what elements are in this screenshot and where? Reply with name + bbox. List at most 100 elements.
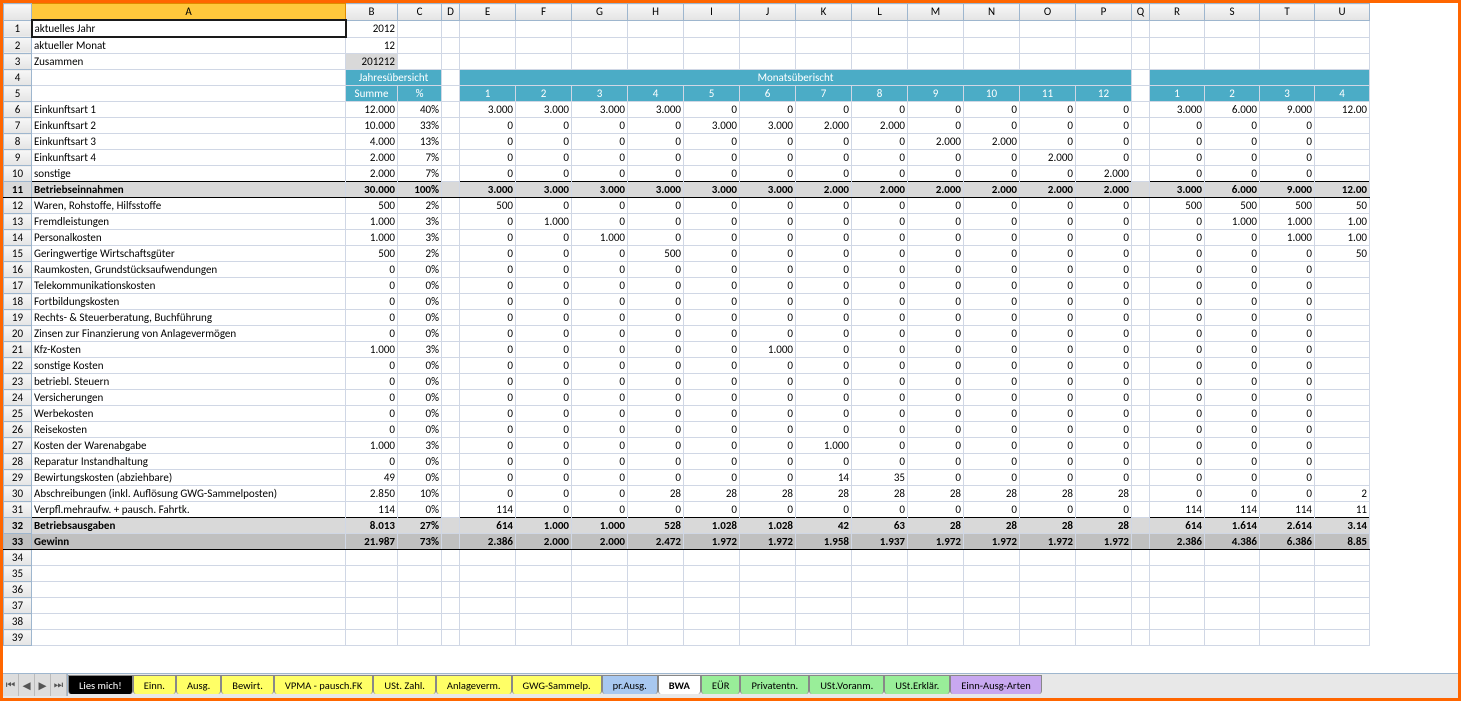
- month-cell[interactable]: 0: [796, 406, 852, 422]
- month-cell[interactable]: 0: [572, 502, 628, 518]
- month-cell[interactable]: 0: [628, 262, 684, 278]
- month-cell[interactable]: 0: [908, 470, 964, 486]
- month-cell[interactable]: 1.972: [1020, 534, 1076, 550]
- month-cell[interactable]: 28: [964, 518, 1020, 534]
- cell[interactable]: [1132, 37, 1150, 54]
- month-cell[interactable]: 0: [572, 150, 628, 166]
- cum-cell[interactable]: 2.386: [1150, 534, 1205, 550]
- month-cell[interactable]: 0: [572, 166, 628, 182]
- cell[interactable]: [684, 550, 740, 566]
- month-cell[interactable]: 3.000: [460, 102, 516, 118]
- sheet-tab[interactable]: GWG-Sammelp.: [512, 675, 602, 694]
- spacer-cell[interactable]: [442, 102, 460, 118]
- month-cell[interactable]: 0: [964, 118, 1020, 134]
- cell[interactable]: [908, 20, 964, 37]
- month-cell[interactable]: 0: [1076, 230, 1132, 246]
- cell[interactable]: [684, 566, 740, 582]
- month-cell[interactable]: 0: [852, 438, 908, 454]
- month-cell[interactable]: 0: [964, 278, 1020, 294]
- cum-cell[interactable]: 0: [1205, 294, 1260, 310]
- cell[interactable]: 1: [1150, 86, 1205, 102]
- month-cell[interactable]: 0: [1020, 262, 1076, 278]
- month-cell[interactable]: 0: [1076, 246, 1132, 262]
- annual-overview-header[interactable]: Jahresübersicht: [346, 70, 442, 86]
- cum-cell[interactable]: 0: [1205, 150, 1260, 166]
- month-cell[interactable]: 0: [572, 294, 628, 310]
- spacer-cell[interactable]: [1132, 102, 1150, 118]
- spacer-cell[interactable]: [442, 358, 460, 374]
- month-cell[interactable]: 3.000: [684, 182, 740, 198]
- month-cell[interactable]: 0: [516, 134, 572, 150]
- cum-cell[interactable]: 0: [1150, 262, 1205, 278]
- month-cell[interactable]: 0: [460, 278, 516, 294]
- pct-cell[interactable]: 3%: [398, 342, 442, 358]
- cell[interactable]: [684, 37, 740, 54]
- cell[interactable]: [516, 20, 572, 37]
- month-cell[interactable]: 0: [908, 454, 964, 470]
- month-cell[interactable]: 0: [1020, 134, 1076, 150]
- month-cell[interactable]: 0: [684, 294, 740, 310]
- month-cell[interactable]: 0: [964, 326, 1020, 342]
- cum-cell[interactable]: 114: [1205, 502, 1260, 518]
- month-cell[interactable]: 0: [796, 422, 852, 438]
- month-cell[interactable]: 0: [572, 198, 628, 214]
- month-cell[interactable]: 0: [1020, 390, 1076, 406]
- cell[interactable]: [1205, 54, 1260, 70]
- sum-cell[interactable]: 0: [346, 326, 398, 342]
- cum-cell[interactable]: 1.00: [1315, 214, 1370, 230]
- cell[interactable]: [1150, 20, 1205, 37]
- cell[interactable]: aktueller Monat: [32, 37, 346, 54]
- spacer-cell[interactable]: [1132, 358, 1150, 374]
- month-cell[interactable]: 0: [852, 502, 908, 518]
- cell[interactable]: [572, 550, 628, 566]
- cell[interactable]: 4: [1315, 86, 1370, 102]
- row-label[interactable]: Rechts- & Steuerberatung, Buchführung: [32, 310, 346, 326]
- cell[interactable]: [1260, 20, 1315, 37]
- pct-cell[interactable]: 33%: [398, 118, 442, 134]
- cell[interactable]: [1150, 598, 1205, 614]
- month-cell[interactable]: 0: [460, 246, 516, 262]
- cell[interactable]: [572, 566, 628, 582]
- cell[interactable]: 2: [1205, 86, 1260, 102]
- cell[interactable]: [628, 582, 684, 598]
- tab-nav-last-icon[interactable]: ⏭: [51, 674, 67, 696]
- cell[interactable]: [1020, 37, 1076, 54]
- cum-cell[interactable]: 0: [1260, 246, 1315, 262]
- cell[interactable]: [516, 582, 572, 598]
- cell[interactable]: [1150, 54, 1205, 70]
- spacer-cell[interactable]: [442, 230, 460, 246]
- month-cell[interactable]: 0: [628, 390, 684, 406]
- month-cell[interactable]: 42: [796, 518, 852, 534]
- pct-cell[interactable]: 3%: [398, 438, 442, 454]
- spreadsheet-grid[interactable]: ABCDEFGHIJKLMNOPQRSTU1aktuelles Jahr2012…: [3, 3, 1458, 670]
- cum-cell[interactable]: 114: [1150, 502, 1205, 518]
- month-cell[interactable]: 0: [572, 326, 628, 342]
- cell[interactable]: [1020, 550, 1076, 566]
- month-cell[interactable]: 0: [740, 310, 796, 326]
- spacer-cell[interactable]: [442, 182, 460, 198]
- row-label[interactable]: Zinsen zur Finanzierung von Anlagevermög…: [32, 326, 346, 342]
- month-cell[interactable]: 0: [516, 358, 572, 374]
- month-cell[interactable]: 0: [684, 342, 740, 358]
- month-cell[interactable]: 0: [516, 454, 572, 470]
- cum-cell[interactable]: [1315, 406, 1370, 422]
- cell[interactable]: [1315, 20, 1370, 37]
- row-header[interactable]: 29: [4, 470, 32, 486]
- pct-cell[interactable]: 7%: [398, 150, 442, 166]
- row-label[interactable]: Gewinn: [32, 534, 346, 550]
- month-cell[interactable]: 0: [796, 134, 852, 150]
- column-header-Q[interactable]: Q: [1132, 4, 1150, 21]
- pct-cell[interactable]: 3%: [398, 214, 442, 230]
- cum-cell[interactable]: [1315, 374, 1370, 390]
- month-cell[interactable]: 0: [572, 262, 628, 278]
- month-cell[interactable]: 1.028: [740, 518, 796, 534]
- cum-cell[interactable]: 1.000: [1205, 214, 1260, 230]
- cum-cell[interactable]: 500: [1260, 198, 1315, 214]
- cell[interactable]: [628, 614, 684, 630]
- month-cell[interactable]: 0: [460, 134, 516, 150]
- cell[interactable]: [1020, 630, 1076, 646]
- cell[interactable]: [684, 54, 740, 70]
- cell[interactable]: [1205, 550, 1260, 566]
- month-cell[interactable]: 2.000: [964, 182, 1020, 198]
- cell[interactable]: [852, 20, 908, 37]
